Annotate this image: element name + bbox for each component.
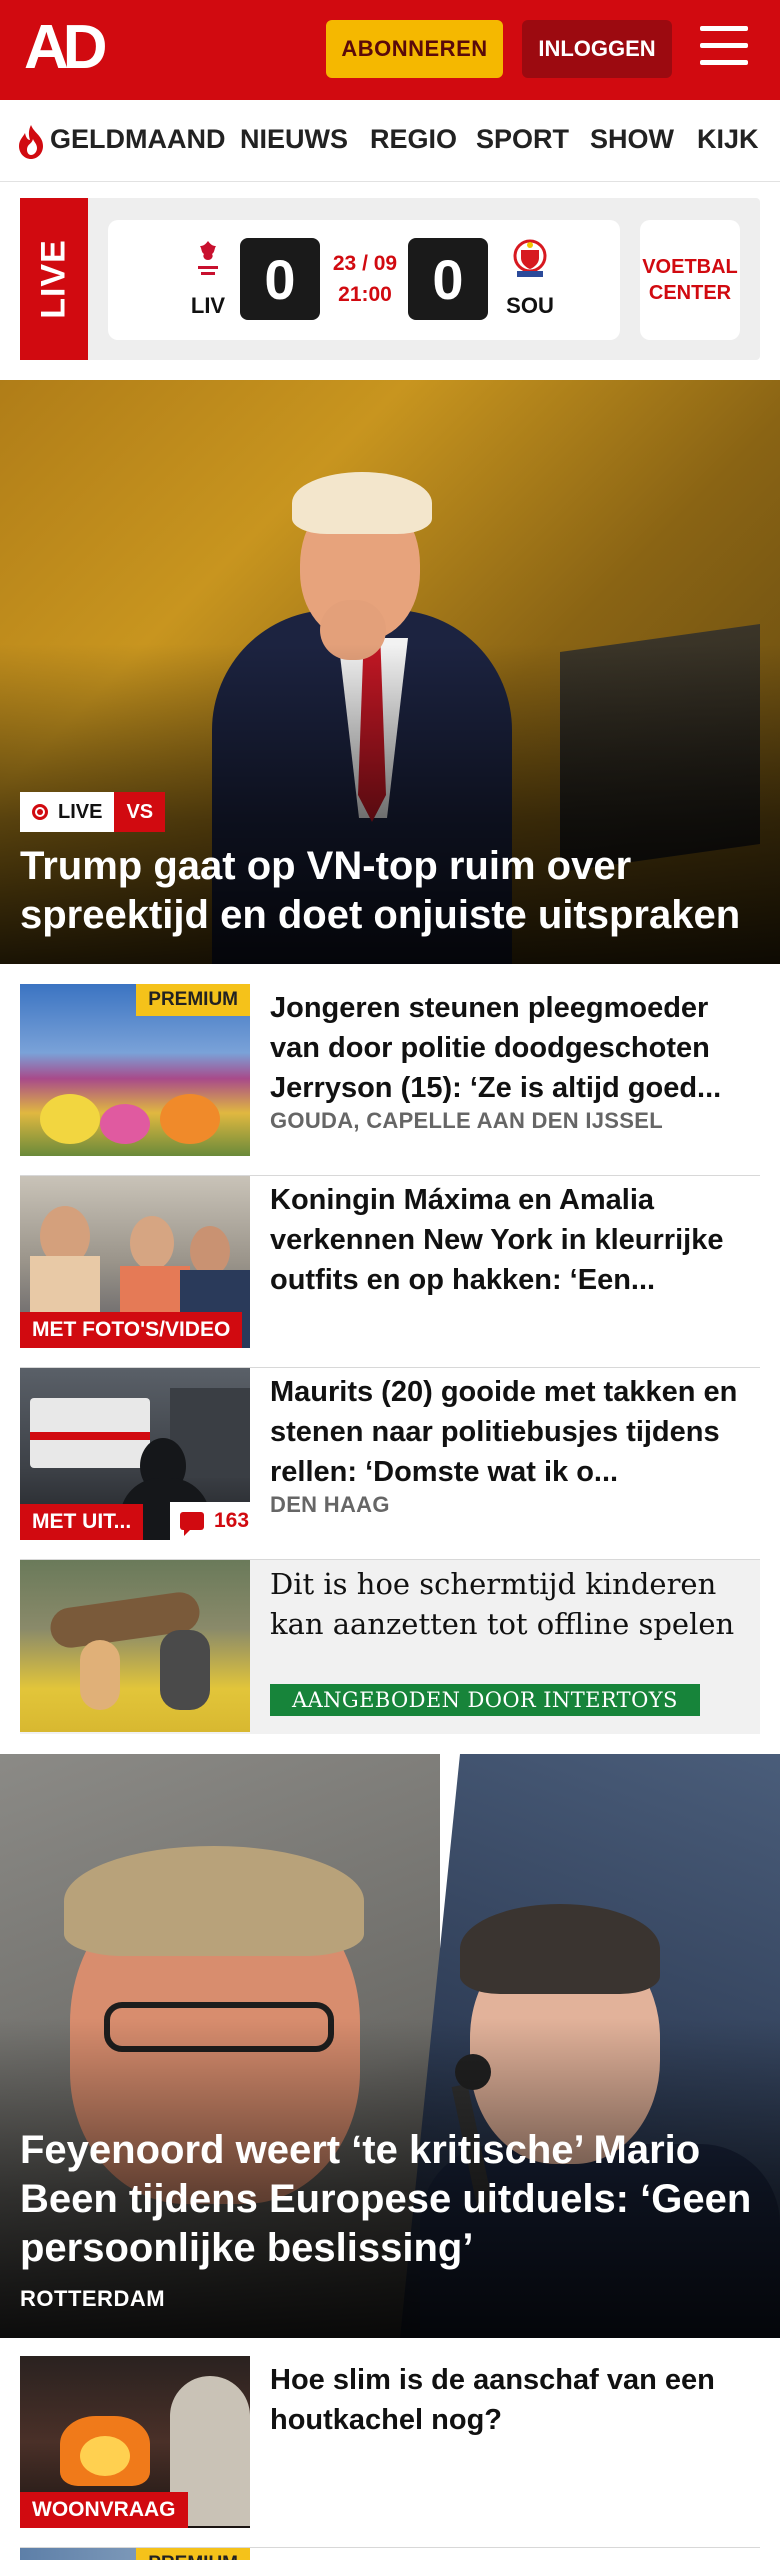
article-thumbnail: MET FOTO'S/VIDEO bbox=[20, 1176, 250, 1348]
article-thumbnail: MET UIT... 163 bbox=[20, 1368, 250, 1540]
ad-logo[interactable]: AD bbox=[24, 16, 116, 80]
home-club: LIV bbox=[178, 238, 238, 319]
flame-icon bbox=[19, 125, 43, 159]
top-bar: AD ABONNEREN INLOGGEN bbox=[0, 0, 780, 100]
article-thumbnail: WOONVRAAG bbox=[20, 2356, 250, 2528]
article-thumbnail bbox=[20, 1560, 250, 1732]
sponsored-article-item[interactable]: Dit is hoe schermtijd kinderen kan aanze… bbox=[20, 1560, 760, 1734]
section-nav: GELDMAAND NIEUWS REGIO SPORT SHOW KIJK bbox=[0, 100, 780, 182]
media-label: MET UIT... bbox=[20, 1504, 144, 1540]
vs-badge: VS bbox=[114, 792, 166, 832]
live-badge: LIVE VS bbox=[20, 792, 166, 832]
article-location: GOUDA, CAPELLE AAN DEN IJSSEL bbox=[270, 1108, 663, 1133]
hero-title[interactable]: Trump gaat op VN-top ruim over spreektij… bbox=[20, 842, 760, 940]
article-title[interactable]: Jongeren steunen pleegmoeder van door po… bbox=[270, 988, 760, 1108]
article-item[interactable]: PREMIUM bbox=[20, 2548, 760, 2560]
away-score: 0 bbox=[408, 238, 488, 320]
login-button[interactable]: INLOGGEN bbox=[522, 20, 672, 78]
voetbal-center-button[interactable]: VOETBAL CENTER bbox=[640, 220, 740, 340]
liverpool-crest-icon bbox=[198, 241, 218, 275]
away-club-abbr: SOU bbox=[506, 293, 554, 318]
article-title[interactable]: Koningin Máxima en Amalia verkennen New … bbox=[270, 1180, 760, 1300]
article-title[interactable]: Hoe slim is de aanschaf van een houtkach… bbox=[270, 2360, 760, 2440]
article-item[interactable]: WOONVRAAG Hoe slim is de aanschaf van ee… bbox=[20, 2356, 760, 2548]
premium-label: PREMIUM bbox=[136, 2548, 250, 2560]
match-date: 23 / 09 bbox=[332, 252, 398, 275]
comment-count[interactable]: 163 bbox=[170, 1502, 250, 1540]
hero-article-trump[interactable]: LIVE VS Trump gaat op VN-top ruim over s… bbox=[0, 380, 780, 964]
premium-label: PREMIUM bbox=[136, 984, 250, 1016]
live-dot-icon bbox=[32, 804, 48, 820]
subscribe-button[interactable]: ABONNEREN bbox=[326, 20, 503, 78]
match-card[interactable]: LIV 0 23 / 09 21:00 0 SOU bbox=[108, 220, 620, 340]
article-title[interactable]: Dit is hoe schermtijd kinderen kan aanze… bbox=[270, 1564, 760, 1644]
article-title[interactable]: Maurits (20) gooide met takken en stenen… bbox=[270, 1372, 760, 1492]
nav-item-kijk[interactable]: KIJK bbox=[697, 124, 759, 155]
live-score-widget: LIVE LIV 0 23 / 09 21:00 0 SOU VOETBAL C… bbox=[20, 198, 760, 360]
category-label: WOONVRAAG bbox=[20, 2492, 188, 2528]
article-item[interactable]: MET FOTO'S/VIDEO Koningin Máxima en Amal… bbox=[20, 1176, 760, 1368]
hamburger-icon[interactable] bbox=[700, 26, 752, 72]
article-item[interactable]: PREMIUM Jongeren steunen pleegmoeder van… bbox=[20, 984, 760, 1176]
comment-bubble-icon bbox=[180, 1512, 204, 1536]
nav-item-nieuws[interactable]: NIEUWS bbox=[240, 124, 348, 155]
nav-item-geldmaand[interactable]: GELDMAAND bbox=[50, 124, 226, 155]
media-label: MET FOTO'S/VIDEO bbox=[20, 1312, 243, 1348]
nav-item-regio[interactable]: REGIO bbox=[370, 124, 457, 155]
home-club-abbr: LIV bbox=[190, 293, 226, 318]
live-tag: LIVE bbox=[20, 198, 88, 360]
away-club: SOU bbox=[500, 238, 560, 319]
article-location: ROTTERDAM bbox=[20, 2286, 166, 2311]
article-item[interactable]: MET UIT... 163 Maurits (20) gooide met t… bbox=[20, 1368, 760, 1560]
match-time: 21:00 bbox=[338, 283, 392, 306]
hero-title[interactable]: Feyenoord weert ‘te kritische’ Mario Bee… bbox=[20, 2126, 760, 2273]
hero-article-feyenoord[interactable]: Feyenoord weert ‘te kritische’ Mario Bee… bbox=[0, 1754, 780, 2338]
home-score: 0 bbox=[240, 238, 320, 320]
nav-item-show[interactable]: SHOW bbox=[590, 124, 674, 155]
article-thumbnail: PREMIUM bbox=[20, 984, 250, 1156]
southampton-crest-icon bbox=[513, 239, 547, 277]
article-thumbnail: PREMIUM bbox=[20, 2548, 250, 2560]
article-location: DEN HAAG bbox=[270, 1492, 390, 1517]
nav-item-sport[interactable]: SPORT bbox=[476, 124, 569, 155]
kickoff-time: 23 / 09 21:00 bbox=[330, 248, 400, 310]
sponsor-label: AANGEBODEN DOOR INTERTOYS bbox=[270, 1684, 700, 1716]
